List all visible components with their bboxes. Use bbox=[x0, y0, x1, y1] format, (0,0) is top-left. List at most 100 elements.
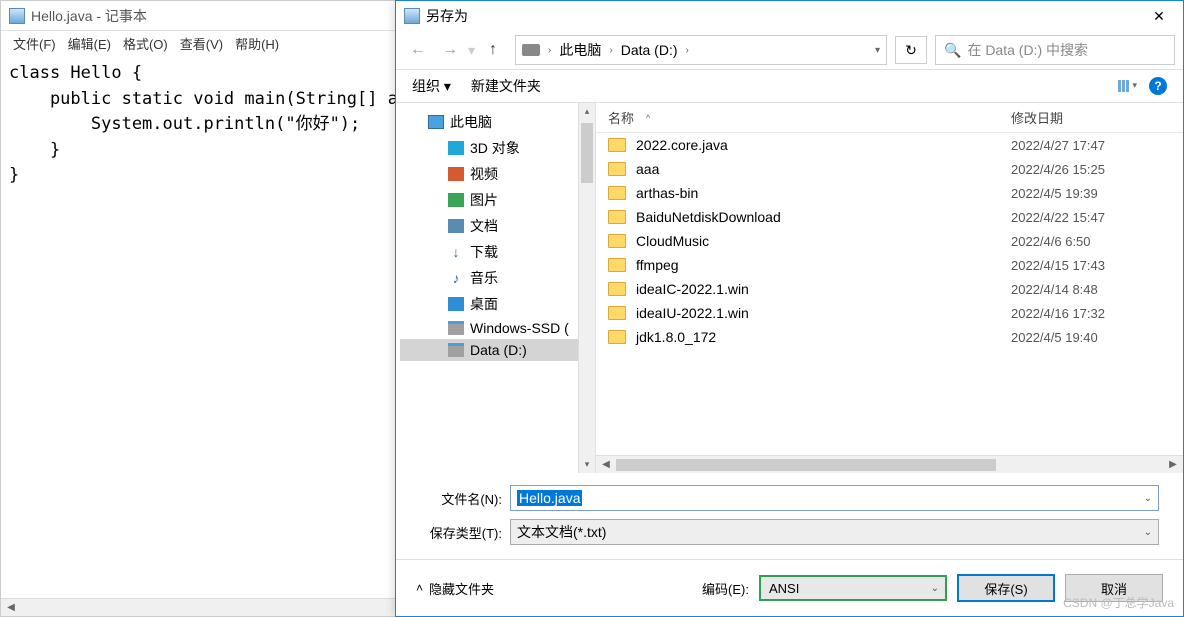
file-date: 2022/4/14 8:48 bbox=[1011, 282, 1171, 297]
file-name: ideaIC-2022.1.win bbox=[636, 281, 1011, 297]
pc-icon bbox=[428, 115, 444, 129]
video-icon bbox=[448, 167, 464, 181]
search-input[interactable]: 🔍 在 Data (D:) 中搜索 bbox=[935, 35, 1175, 65]
tree-item-disk[interactable]: Data (D:) bbox=[400, 339, 591, 361]
dialog-input-area: 文件名(N): Hello.java ⌄ 保存类型(T): 文本文档(*.txt… bbox=[396, 473, 1183, 559]
watermark: CSDN @丁总学Java bbox=[1063, 594, 1174, 611]
dialog-body: 此电脑 3D 对象视频图片文档 ↓ 下载 ♪音乐桌面 Windows-SSD (Data … bbox=[396, 103, 1183, 473]
file-date: 2022/4/15 17:43 bbox=[1011, 258, 1171, 273]
filetype-select[interactable]: 文本文档(*.txt) ⌄ bbox=[510, 519, 1159, 545]
menu-view[interactable]: 查看(V) bbox=[176, 33, 227, 54]
file-list-pane: 名称 ^ 修改日期 2022.core.java2022/4/27 17:47a… bbox=[596, 103, 1183, 473]
menu-edit[interactable]: 编辑(E) bbox=[64, 33, 115, 54]
menu-format[interactable]: 格式(O) bbox=[119, 33, 172, 54]
tree-item-label: 桌面 bbox=[470, 294, 498, 314]
encoding-label: 编码(E): bbox=[702, 579, 749, 598]
nav-up-button[interactable]: ↑ bbox=[479, 36, 507, 64]
tree-item-dl[interactable]: ↓ 下载 bbox=[400, 239, 591, 265]
search-placeholder: 在 Data (D:) 中搜索 bbox=[967, 40, 1088, 60]
file-row[interactable]: aaa2022/4/26 15:25 bbox=[596, 157, 1183, 181]
hide-folders-toggle[interactable]: ˄ 隐藏文件夹 bbox=[416, 579, 494, 598]
disk-icon bbox=[448, 343, 464, 357]
organize-button[interactable]: 组织 ▾ bbox=[412, 76, 451, 96]
nav-back-button[interactable]: ← bbox=[404, 36, 432, 64]
tree-item-music[interactable]: ♪音乐 bbox=[400, 265, 591, 291]
dialog-titlebar: 另存为 ✕ bbox=[396, 1, 1183, 31]
refresh-button[interactable]: ↻ bbox=[895, 36, 927, 64]
file-row[interactable]: BaiduNetdiskDownload2022/4/22 15:47 bbox=[596, 205, 1183, 229]
dialog-title: 另存为 bbox=[426, 6, 468, 26]
chevron-down-icon[interactable]: ▾ bbox=[875, 45, 880, 56]
file-row[interactable]: ideaIC-2022.1.win2022/4/14 8:48 bbox=[596, 277, 1183, 301]
filename-label: 文件名(N): bbox=[420, 489, 510, 508]
tree-item-desktop[interactable]: 桌面 bbox=[400, 291, 591, 317]
sort-indicator-icon: ^ bbox=[646, 113, 650, 123]
folder-icon bbox=[608, 258, 626, 272]
chevron-down-icon[interactable]: ⌄ bbox=[1144, 493, 1152, 504]
folder-icon bbox=[608, 186, 626, 200]
disk-icon bbox=[448, 321, 464, 335]
search-icon: 🔍 bbox=[944, 42, 961, 59]
tree-item-video[interactable]: 视频 bbox=[400, 161, 591, 187]
encoding-select[interactable]: ANSI ⌄ bbox=[759, 575, 947, 601]
file-row[interactable]: CloudMusic2022/4/6 6:50 bbox=[596, 229, 1183, 253]
view-mode-button[interactable]: ▾ bbox=[1118, 80, 1137, 92]
crumb-pc[interactable]: 此电脑 bbox=[559, 40, 601, 60]
file-row[interactable]: jdk1.8.0_1722022/4/5 19:40 bbox=[596, 325, 1183, 349]
scroll-left-icon[interactable]: ◀ bbox=[3, 600, 19, 616]
file-date: 2022/4/22 15:47 bbox=[1011, 210, 1171, 225]
close-button[interactable]: ✕ bbox=[1143, 5, 1175, 27]
file-list[interactable]: 2022.core.java2022/4/27 17:47aaa2022/4/2… bbox=[596, 133, 1183, 455]
save-button[interactable]: 保存(S) bbox=[957, 574, 1055, 602]
folder-icon bbox=[608, 210, 626, 224]
3d-icon bbox=[448, 141, 464, 155]
menu-file[interactable]: 文件(F) bbox=[9, 33, 60, 54]
col-name[interactable]: 名称 bbox=[608, 108, 634, 127]
file-row[interactable]: arthas-bin2022/4/5 19:39 bbox=[596, 181, 1183, 205]
tree-item-doc[interactable]: 文档 bbox=[400, 213, 591, 239]
nav-forward-button[interactable]: → bbox=[436, 36, 464, 64]
disk-icon bbox=[522, 44, 540, 56]
file-name: aaa bbox=[636, 161, 1011, 177]
file-row[interactable]: 2022.core.java2022/4/27 17:47 bbox=[596, 133, 1183, 157]
file-name: arthas-bin bbox=[636, 185, 1011, 201]
dialog-nav: ← → ▾ ↑ › 此电脑 › Data (D:) › ▾ ↻ 🔍 在 Data… bbox=[396, 31, 1183, 69]
chevron-icon[interactable]: › bbox=[605, 45, 616, 56]
tree-item-pic[interactable]: 图片 bbox=[400, 187, 591, 213]
file-date: 2022/4/5 19:40 bbox=[1011, 330, 1171, 345]
chevron-icon[interactable]: › bbox=[544, 45, 555, 56]
chevron-down-icon[interactable]: ⌄ bbox=[1144, 527, 1152, 538]
desktop-icon bbox=[448, 297, 464, 311]
music-icon: ♪ bbox=[448, 271, 464, 285]
dl-icon: ↓ bbox=[448, 245, 464, 259]
file-date: 2022/4/27 17:47 bbox=[1011, 138, 1171, 153]
new-folder-button[interactable]: 新建文件夹 bbox=[471, 76, 541, 96]
file-row[interactable]: ideaIU-2022.1.win2022/4/16 17:32 bbox=[596, 301, 1183, 325]
tree-item-disk[interactable]: Windows-SSD ( bbox=[400, 317, 591, 339]
col-date[interactable]: 修改日期 bbox=[1011, 108, 1171, 127]
chevron-down-icon[interactable]: ⌄ bbox=[931, 583, 939, 594]
tree-item-label: 下载 bbox=[470, 242, 498, 262]
chevron-icon[interactable]: › bbox=[682, 45, 693, 56]
file-date: 2022/4/6 6:50 bbox=[1011, 234, 1171, 249]
save-as-dialog: 另存为 ✕ ← → ▾ ↑ › 此电脑 › Data (D:) › ▾ ↻ 🔍 … bbox=[395, 0, 1184, 617]
folder-tree[interactable]: 此电脑 3D 对象视频图片文档 ↓ 下载 ♪音乐桌面 Windows-SSD (Data … bbox=[396, 103, 596, 473]
filename-input[interactable]: Hello.java ⌄ bbox=[510, 485, 1159, 511]
file-date: 2022/4/26 15:25 bbox=[1011, 162, 1171, 177]
filetype-label: 保存类型(T): bbox=[420, 523, 510, 542]
tree-item-3d[interactable]: 3D 对象 bbox=[400, 135, 591, 161]
file-name: CloudMusic bbox=[636, 233, 1011, 249]
file-row[interactable]: ffmpeg2022/4/15 17:43 bbox=[596, 253, 1183, 277]
file-columns-header[interactable]: 名称 ^ 修改日期 bbox=[596, 103, 1183, 133]
menu-help[interactable]: 帮助(H) bbox=[231, 33, 283, 54]
help-button[interactable]: ? bbox=[1149, 77, 1167, 95]
folder-icon bbox=[608, 138, 626, 152]
file-hscrollbar[interactable]: ◀ ▶ bbox=[596, 455, 1183, 473]
tree-item-pc[interactable]: 此电脑 bbox=[400, 109, 591, 135]
breadcrumb[interactable]: › 此电脑 › Data (D:) › ▾ bbox=[515, 35, 887, 65]
crumb-drive[interactable]: Data (D:) bbox=[621, 42, 678, 58]
pic-icon bbox=[448, 193, 464, 207]
tree-item-label: 3D 对象 bbox=[470, 138, 520, 158]
tree-item-label: 此电脑 bbox=[450, 112, 492, 132]
dialog-icon bbox=[404, 8, 420, 24]
